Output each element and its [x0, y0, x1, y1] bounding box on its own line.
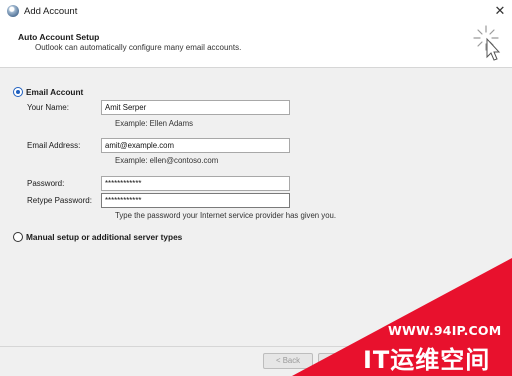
your-name-label: Your Name: [27, 103, 69, 112]
account-form: Email Account Your Name: Amit Serper Exa… [0, 68, 512, 346]
password-input[interactable]: ************ [101, 176, 290, 191]
manual-setup-radio[interactable] [13, 232, 23, 242]
title-bar: Add Account ✕ [0, 0, 512, 24]
close-icon[interactable]: ✕ [490, 2, 510, 20]
your-name-hint: Example: Ellen Adams [115, 119, 194, 128]
email-account-radio[interactable] [13, 87, 23, 97]
email-address-label: Email Address: [27, 141, 81, 150]
window-title: Add Account [24, 6, 78, 17]
password-hint: Type the password your Internet service … [115, 211, 337, 220]
email-address-hint: Example: ellen@contoso.com [115, 156, 219, 165]
outlook-globe-icon [7, 5, 19, 17]
retype-password-input[interactable]: ************ [101, 193, 290, 208]
button-bar: < Back [0, 347, 512, 376]
retype-password-label: Retype Password: [27, 196, 92, 205]
email-account-label[interactable]: Email Account [26, 87, 83, 97]
next-button[interactable] [318, 353, 338, 369]
email-address-input[interactable]: amit@example.com [101, 138, 290, 153]
page-subtitle: Outlook can automatically configure many… [35, 43, 242, 52]
password-label: Password: [27, 179, 65, 188]
back-button[interactable]: < Back [263, 353, 313, 369]
manual-setup-label[interactable]: Manual setup or additional server types [26, 232, 182, 242]
wizard-header: Auto Account Setup Outlook can automatic… [0, 24, 512, 67]
wizard-sparkle-cursor-icon [473, 25, 501, 61]
your-name-input[interactable]: Amit Serper [101, 100, 290, 115]
page-title: Auto Account Setup [18, 32, 100, 42]
